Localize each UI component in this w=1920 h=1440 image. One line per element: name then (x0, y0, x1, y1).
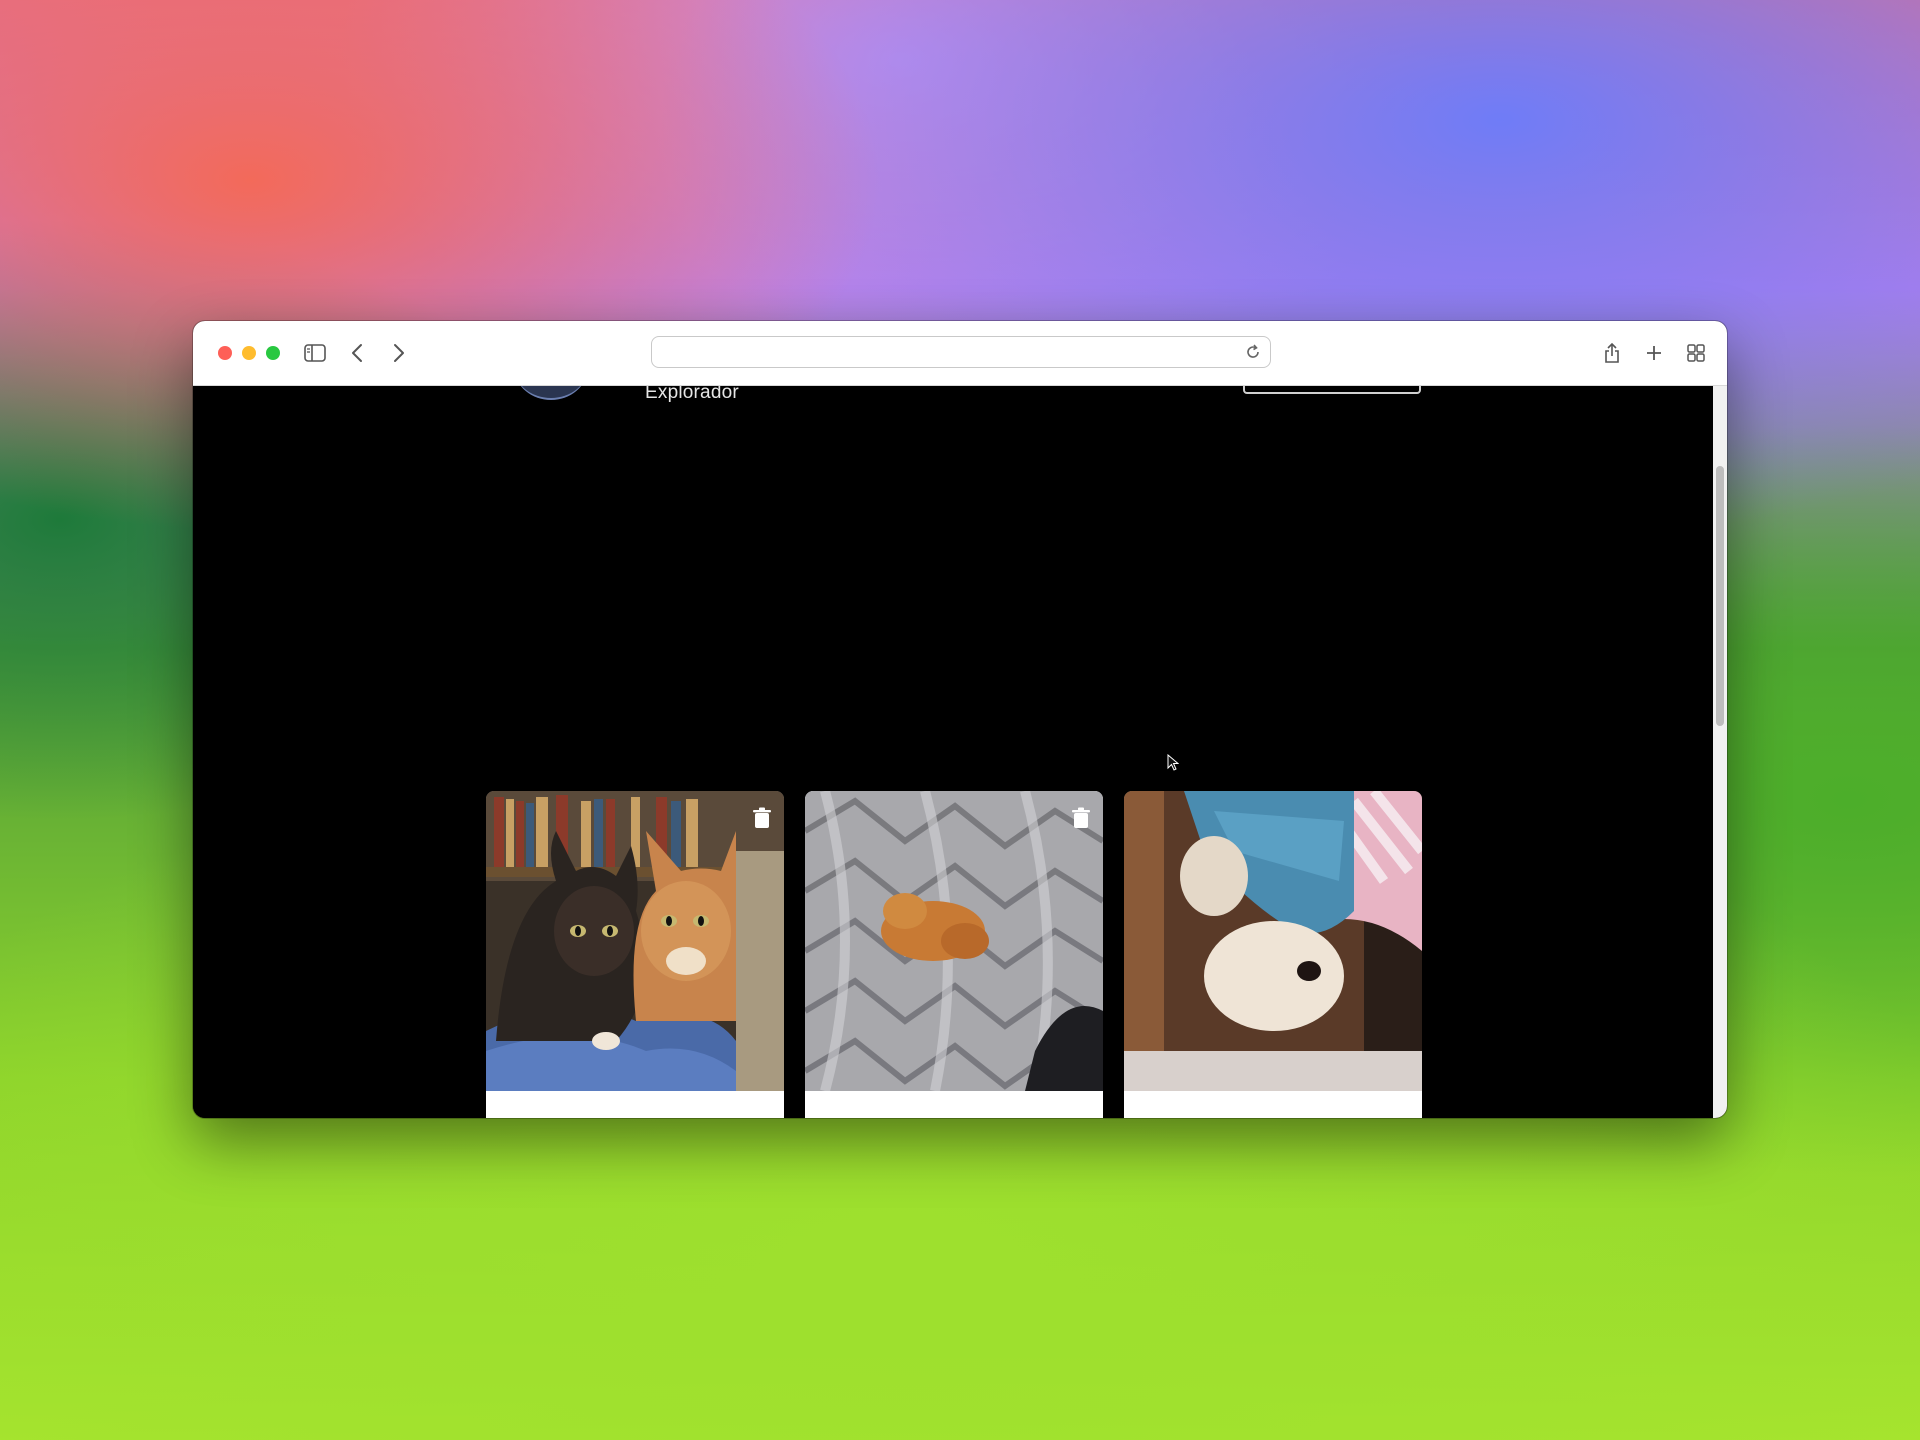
orange-cat-on-blanket-photo (805, 791, 1103, 1091)
post-caption: sds 0 (1124, 1091, 1422, 1118)
mouse-cursor-icon (1167, 754, 1179, 771)
address-bar[interactable] (651, 336, 1271, 368)
trash-icon[interactable] (1071, 807, 1091, 829)
profile-role: Explorador (645, 386, 739, 403)
avatar[interactable] (515, 386, 587, 400)
forward-icon (394, 344, 404, 362)
post-card[interactable]: sds 0 (1124, 791, 1422, 1118)
post-photo[interactable] (486, 791, 784, 1091)
zoom-window-button[interactable] (266, 346, 280, 360)
post-caption: cat 1 (486, 1091, 784, 1118)
post-card[interactable]: test 0 (805, 791, 1103, 1118)
post-photo[interactable] (1124, 791, 1422, 1091)
scrollbar[interactable] (1713, 386, 1727, 1118)
browser-toolbar (193, 321, 1727, 386)
cat-under-blue-cloth-photo (1124, 791, 1422, 1091)
forward-button[interactable] (385, 339, 413, 367)
reload-icon[interactable] (1244, 343, 1262, 361)
sidebar-toggle-button[interactable] (301, 339, 329, 367)
back-icon (352, 344, 362, 362)
share-icon (1605, 342, 1619, 363)
trash-icon[interactable] (752, 807, 772, 829)
tab-overview-icon (1687, 344, 1705, 362)
post-card[interactable]: cat 1 (486, 791, 784, 1118)
two-cats-photo (486, 791, 784, 1091)
sidebar-icon (304, 344, 326, 362)
back-button[interactable] (343, 339, 371, 367)
scrollbar-thumb[interactable] (1716, 466, 1724, 726)
close-window-button[interactable] (218, 346, 232, 360)
share-button[interactable] (1598, 339, 1626, 367)
new-tab-button[interactable] (1640, 339, 1668, 367)
page-content: Explorador (193, 386, 1727, 1118)
tab-overview-button[interactable] (1682, 339, 1710, 367)
new-tab-icon (1647, 346, 1661, 360)
browser-window: Explorador (193, 321, 1727, 1118)
post-photo[interactable] (805, 791, 1103, 1091)
profile-action-button[interactable] (1243, 386, 1421, 394)
post-caption: test 0 (805, 1091, 1103, 1118)
minimize-window-button[interactable] (242, 346, 256, 360)
